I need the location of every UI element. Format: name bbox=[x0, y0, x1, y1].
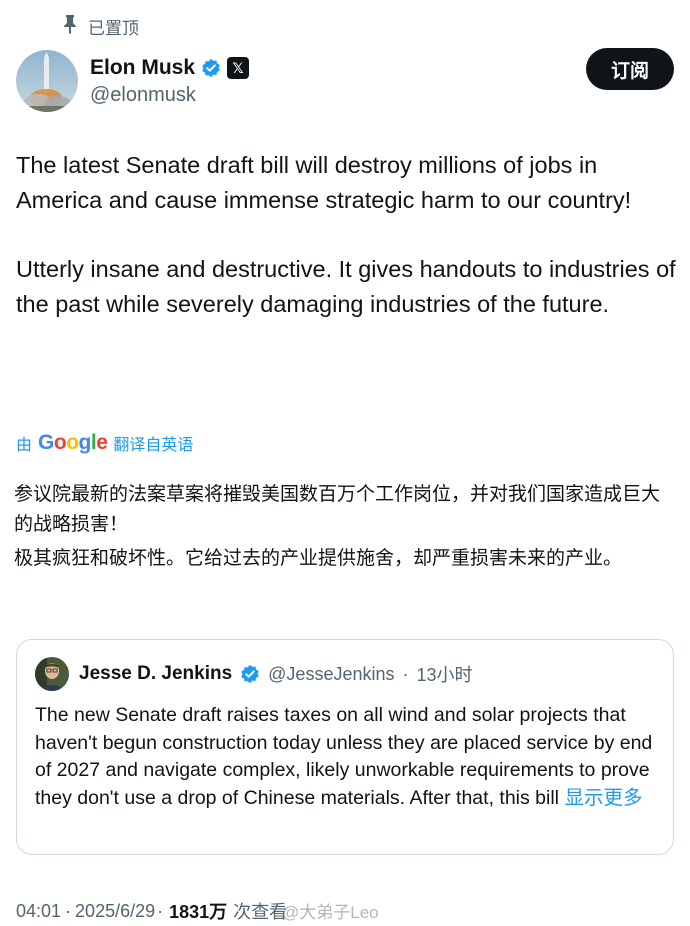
tweet-body: The latest Senate draft bill will destro… bbox=[16, 148, 676, 322]
meta-separator: · bbox=[402, 663, 409, 684]
author-handle[interactable]: @elonmusk bbox=[90, 84, 249, 107]
author-avatar[interactable] bbox=[16, 50, 78, 112]
translate-source-label: 翻译自英语 bbox=[113, 437, 194, 454]
tweet-footer: 04:01 · 2025/6/29 · 1831万 次查看 bbox=[16, 898, 287, 924]
quoted-author-handle[interactable]: @JesseJenkins bbox=[268, 664, 394, 685]
google-logo: Google bbox=[38, 431, 108, 454]
x-logo-icon: 𝕏 bbox=[227, 56, 250, 79]
quoted-text-content: The new Senate draft raises taxes on all… bbox=[35, 704, 653, 809]
translated-by-label: 由 bbox=[16, 437, 33, 454]
author-display-name[interactable]: Elon Musk bbox=[90, 56, 195, 80]
watermark: @大弟子Leo bbox=[282, 898, 379, 923]
author-info: Elon Musk 𝕏 @elonmusk bbox=[90, 56, 250, 107]
translated-paragraph: 参议院最新的法案草案将摧毁美国数百万个工作岗位，并对我们国家造成巨大的战略损害！ bbox=[14, 484, 661, 535]
quoted-author-avatar bbox=[35, 657, 69, 691]
meta-separator: · bbox=[157, 900, 164, 921]
tweet-header: Elon Musk 𝕏 @elonmusk 订阅 bbox=[16, 48, 674, 114]
pinned-indicator: 已置顶 bbox=[62, 14, 139, 39]
translated-text: 参议院最新的法案草案将摧毁美国数百万个工作岗位，并对我们国家造成巨大的战略损害！… bbox=[14, 480, 678, 574]
watermark-text: @大弟子Leo bbox=[282, 903, 379, 922]
view-count-label: 次查看 bbox=[233, 902, 288, 922]
tweet-paragraph: Utterly insane and destructive. It gives… bbox=[16, 256, 676, 317]
quoted-tweet-header: Jesse D. Jenkins @JesseJenkins · 13小时 bbox=[35, 656, 655, 692]
translation-attribution[interactable]: 由 Google 翻译自英语 bbox=[16, 431, 193, 455]
verified-badge-icon bbox=[201, 58, 221, 78]
quoted-tweet-text: The new Senate draft raises taxes on all… bbox=[35, 702, 655, 812]
translated-paragraph: 极其疯狂和破坏性。它给过去的产业提供施舍，却严重损害未来的产业。 bbox=[14, 548, 623, 569]
view-count: 1831万 bbox=[169, 902, 228, 922]
subscribe-button[interactable]: 订阅 bbox=[586, 48, 674, 90]
tweet-date[interactable]: 2025/6/29 bbox=[75, 901, 155, 922]
quoted-author-name[interactable]: Jesse D. Jenkins bbox=[79, 663, 232, 685]
tweet-time[interactable]: 04:01 bbox=[16, 901, 61, 922]
show-more-link[interactable]: 显示更多 bbox=[564, 787, 642, 809]
pin-icon bbox=[62, 14, 78, 39]
meta-separator: · bbox=[65, 900, 72, 921]
pinned-label: 已置顶 bbox=[88, 19, 139, 38]
quoted-tweet[interactable]: Jesse D. Jenkins @JesseJenkins · 13小时 Th… bbox=[16, 639, 674, 855]
tweet-paragraph: The latest Senate draft bill will destro… bbox=[16, 152, 632, 213]
quoted-tweet-time[interactable]: 13小时 bbox=[416, 661, 472, 687]
verified-badge-icon bbox=[240, 664, 260, 684]
